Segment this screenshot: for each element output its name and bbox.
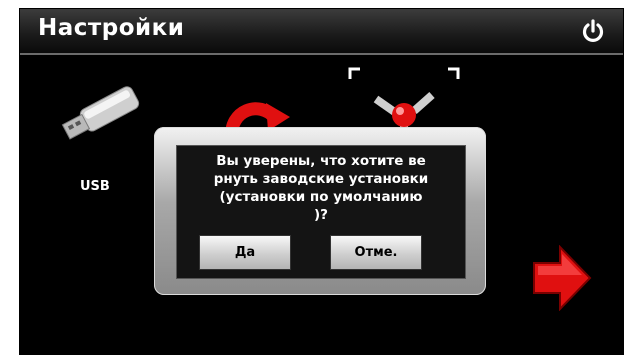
usb-drive-icon[interactable]: [52, 79, 152, 149]
arrow-right-icon[interactable]: [530, 244, 592, 312]
dialog-content: Вы уверены, что хотите ве рнуть заводски…: [176, 145, 466, 279]
cancel-button[interactable]: Отме.: [330, 235, 422, 270]
confirm-dialog: Вы уверены, что хотите ве рнуть заводски…: [154, 127, 486, 295]
title-bar: Настройки: [20, 9, 623, 55]
device-screen: Настройки USB Вы уверены, что хотите ве …: [19, 8, 624, 355]
power-icon[interactable]: [580, 18, 606, 44]
usb-label: USB: [80, 179, 110, 194]
yes-button[interactable]: Да: [199, 235, 291, 270]
dialog-message: Вы уверены, что хотите ве рнуть заводски…: [213, 153, 429, 223]
page-title: Настройки: [38, 15, 185, 41]
